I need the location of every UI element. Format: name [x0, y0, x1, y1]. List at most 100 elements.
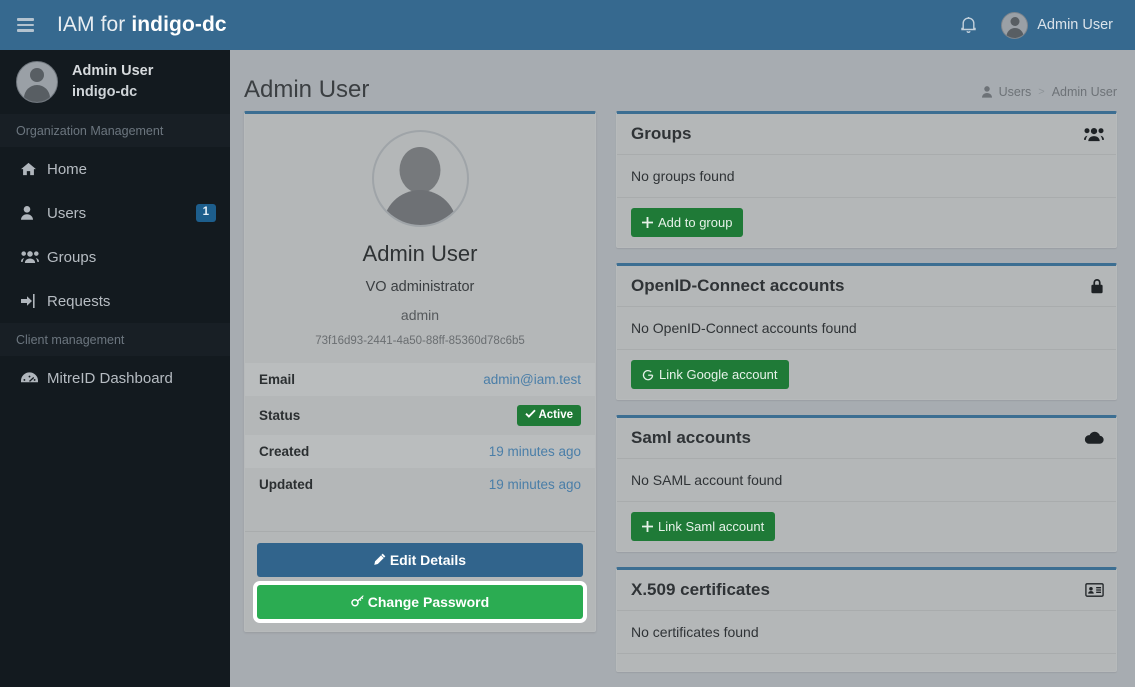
link-google-account-button[interactable]: Link Google account — [631, 360, 789, 389]
breadcrumb-link-users[interactable]: Users — [999, 85, 1032, 99]
sidebar-profile-text: Admin User indigo-dc — [72, 61, 153, 103]
profile-field-value-email[interactable]: admin@iam.test — [383, 363, 595, 396]
profile-field-key-email: Email — [259, 372, 296, 387]
panel-groups: Groups No groups found Add to group — [616, 111, 1117, 248]
panel-title-saml: Saml accounts — [631, 428, 751, 447]
sidebar-item-users[interactable]: Users 1 — [0, 191, 230, 235]
panel-body-groups: No groups found — [631, 168, 735, 184]
sidebar-item-requests[interactable]: Requests — [0, 279, 230, 323]
user-icon — [981, 86, 992, 98]
breadcrumb-current: Admin User — [1051, 85, 1117, 99]
add-to-group-button[interactable]: Add to group — [631, 208, 744, 237]
panels-column: Groups No groups found Add to group Open… — [616, 111, 1117, 687]
sidebar-section-header-client: Client management — [0, 323, 230, 356]
avatar — [1001, 11, 1029, 39]
cloud-icon — [1084, 431, 1104, 445]
panel-heading-openid: OpenID-Connect accounts — [617, 266, 1116, 307]
sidebar-profile-name: Admin User — [72, 62, 154, 79]
profile-username: admin — [400, 307, 440, 323]
sidebar: Admin User indigo-dc Organization Manage… — [0, 50, 230, 687]
panel-footer-x509 — [617, 653, 1116, 671]
sidebar-profile-org: indigo-dc — [72, 84, 138, 100]
content-header: Admin User Users > Admin User — [244, 64, 1117, 104]
spacer — [245, 501, 595, 531]
change-password-label: Change Password — [367, 593, 490, 610]
table-row-spacer — [245, 501, 595, 531]
sign-in-icon — [21, 294, 47, 308]
edit-details-button[interactable]: Edit Details — [257, 542, 583, 577]
top-navbar: IAM for indigo-dc Admin User — [0, 0, 1135, 50]
panel-heading-groups: Groups — [617, 114, 1116, 155]
sidebar-item-groups[interactable]: Groups — [0, 235, 230, 279]
plus-icon — [642, 521, 653, 532]
navbar-user-name: Admin User — [1037, 17, 1113, 33]
panel-body-openid: No OpenID-Connect accounts found — [631, 320, 857, 336]
panel-footer-openid: Link Google account — [617, 349, 1116, 399]
sidebar-section-header-organization: Organization Management — [0, 114, 230, 147]
users-icon — [21, 250, 47, 264]
sidebar-badge-users: 1 — [195, 204, 216, 222]
panel-body-saml: No SAML account found — [631, 472, 783, 488]
breadcrumb: Users > Admin User — [981, 85, 1117, 104]
page-title: Admin User — [244, 76, 370, 103]
brand-prefix: IAM for — [57, 13, 132, 36]
brand-org: indigo-dc — [131, 13, 227, 36]
navbar-user-menu[interactable]: Admin User — [1001, 11, 1113, 39]
panel-x509-certificates: X.509 certificates No certificates found — [616, 567, 1117, 672]
panel-footer-saml: Link Saml account — [617, 501, 1116, 551]
edit-details-label: Edit Details — [389, 551, 467, 568]
users-group-icon — [1084, 127, 1104, 142]
profile-column: Admin User VO administrator admin 73f16d… — [244, 111, 596, 632]
profile-field-value-status: Active — [383, 396, 595, 435]
profile-uuid: 73f16d93-2441-4a50-88ff-85360d78c6b5 — [315, 335, 525, 347]
sidebar-item-home[interactable]: Home — [0, 147, 230, 191]
profile-field-key-status: Status — [259, 407, 301, 423]
content-area: Admin User Users > Admin User Admin User… — [230, 50, 1135, 687]
sidebar-profile[interactable]: Admin User indigo-dc — [0, 50, 230, 114]
table-row: Updated 19 minutes ago — [245, 468, 595, 501]
profile-header: Admin User VO administrator admin 73f16d… — [245, 114, 595, 363]
profile-card: Admin User VO administrator admin 73f16d… — [244, 111, 596, 632]
user-icon — [21, 206, 47, 220]
profile-field-value-updated[interactable]: 19 minutes ago — [383, 468, 595, 501]
profile-field-value-created[interactable]: 19 minutes ago — [383, 435, 595, 468]
sidebar-item-label-groups: Groups — [47, 248, 97, 266]
table-row: Created 19 minutes ago — [245, 434, 595, 468]
home-icon — [21, 162, 47, 176]
status-badge: Active — [516, 405, 581, 426]
lock-icon — [1090, 278, 1104, 294]
bell-icon[interactable] — [951, 8, 985, 42]
panel-title-x509: X.509 certificates — [631, 580, 770, 599]
panel-title-openid: OpenID-Connect accounts — [631, 276, 845, 295]
sidebar-item-label-mitreid: MitreID Dashboard — [47, 369, 173, 387]
link-saml-account-label: Link Saml account — [658, 519, 765, 534]
plus-icon — [642, 217, 653, 228]
profile-actions: Edit Details Change Password — [245, 530, 595, 631]
avatar-placeholder-icon — [371, 130, 469, 227]
breadcrumb-separator: > — [1038, 86, 1045, 98]
hamburger-icon[interactable] — [0, 0, 50, 50]
table-row: Email admin@iam.test — [245, 363, 595, 396]
iam-user-detail-page: IAM for indigo-dc Admin User Admin User … — [0, 0, 1135, 687]
profile-field-key-updated: Updated — [259, 476, 313, 492]
panel-saml-accounts: Saml accounts No SAML account found Link… — [616, 415, 1117, 552]
profile-role: VO administrator — [365, 279, 475, 295]
pencil-icon — [374, 553, 386, 565]
add-to-group-label: Add to group — [658, 215, 733, 230]
change-password-button[interactable]: Change Password — [253, 580, 587, 623]
link-google-account-label: Link Google account — [659, 367, 778, 382]
panel-title-groups: Groups — [631, 124, 692, 143]
check-icon — [525, 409, 536, 418]
dashboard-icon — [21, 371, 47, 385]
sidebar-item-mitreid-dashboard[interactable]: MitreID Dashboard — [0, 356, 230, 400]
google-icon — [642, 369, 654, 381]
sidebar-item-label-users: Users — [47, 204, 87, 222]
navbar-right: Admin User — [951, 0, 1135, 50]
profile-name: Admin User — [362, 241, 478, 266]
profile-field-key-created: Created — [259, 443, 310, 459]
sidebar-item-label-requests: Requests — [47, 292, 111, 310]
content-row: Admin User VO administrator admin 73f16d… — [244, 111, 1117, 687]
brand-title[interactable]: IAM for indigo-dc — [57, 13, 227, 37]
link-saml-account-button[interactable]: Link Saml account — [631, 512, 776, 541]
panel-footer-groups: Add to group — [617, 197, 1116, 247]
